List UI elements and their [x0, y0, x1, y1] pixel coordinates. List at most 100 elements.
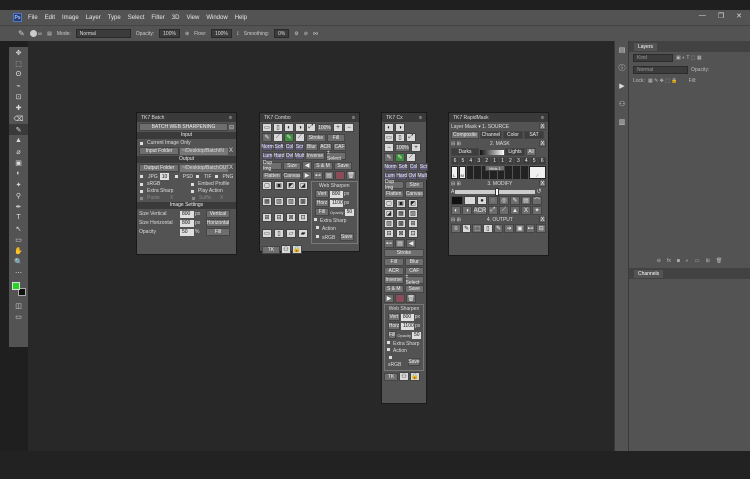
- smoothing-field[interactable]: 0%: [274, 29, 290, 38]
- zoom-tool-icon[interactable]: 🔍: [9, 256, 28, 267]
- mids-label[interactable]: Mids 1: [485, 165, 505, 171]
- move-tool-icon[interactable]: ✥: [9, 47, 28, 58]
- zone-light-2[interactable]: 2: [506, 157, 515, 165]
- mask-out-icon[interactable]: ▯: [483, 224, 493, 233]
- crop-tool-icon[interactable]: ⊡: [9, 91, 28, 102]
- stroke-button[interactable]: Stroke: [306, 133, 326, 142]
- path-select-tool-icon[interactable]: ↖: [9, 223, 28, 234]
- lock-icons[interactable]: ▦ ✎ ✥ ⬚ 🔒: [648, 78, 678, 84]
- reset-icon[interactable]: ↺: [536, 188, 541, 195]
- minus-out-icon[interactable]: ⊟: [536, 224, 547, 233]
- menu-lines-icon[interactable]: ≡: [451, 224, 461, 233]
- suffix-x-icon[interactable]: X: [220, 195, 223, 201]
- tif-checkbox[interactable]: [195, 174, 201, 179]
- new-doc-icon[interactable]: ▯: [395, 133, 405, 142]
- zoom-in-icon[interactable]: +: [333, 123, 343, 132]
- marquee-tool-icon[interactable]: ⬚: [9, 58, 28, 69]
- action-checkbox[interactable]: [315, 225, 320, 230]
- fill-button-batch[interactable]: Fill: [206, 228, 230, 236]
- tool-a-icon[interactable]: ⤢: [488, 206, 498, 215]
- source-x-icon[interactable]: X: [539, 123, 546, 130]
- menu-filter[interactable]: Filter: [151, 15, 164, 21]
- ovl-button[interactable]: Ovl: [407, 172, 417, 180]
- zone-light-6[interactable]: 6: [538, 157, 547, 165]
- horz-button[interactable]: Horz: [315, 199, 329, 207]
- layer-icon-2[interactable]: ▣: [396, 199, 406, 208]
- eyedropper-tool-icon[interactable]: ✚: [9, 102, 28, 113]
- save-out-icon[interactable]: ▣: [515, 224, 525, 233]
- menu-image[interactable]: Image: [62, 15, 79, 21]
- panel-menu-icon[interactable]: ≡: [419, 115, 422, 121]
- fx-icon[interactable]: fx: [667, 258, 671, 264]
- new-doc-icon[interactable]: ▯: [273, 123, 283, 132]
- fill-button-2[interactable]: Fill: [315, 208, 329, 216]
- restore-icon[interactable]: ❐: [718, 12, 724, 20]
- zone-light-1[interactable]: 1: [498, 157, 507, 165]
- modify-icons[interactable]: ⊟ ⊞: [451, 181, 461, 187]
- prev-icon[interactable]: ◀: [406, 239, 416, 248]
- col-button[interactable]: Col: [409, 163, 418, 171]
- dodge-tool-icon[interactable]: ⚲: [9, 190, 28, 201]
- layer-icon-12[interactable]: ⊡: [298, 213, 308, 222]
- output-icons[interactable]: ⊟ ⊞: [451, 217, 461, 223]
- paste-x-icon[interactable]: X: [170, 195, 190, 201]
- pencil-icon[interactable]: ⟋: [295, 133, 305, 142]
- all-tab[interactable]: All: [526, 148, 536, 156]
- lock-icon[interactable]: 🔒: [410, 372, 420, 381]
- save-button[interactable]: Save: [334, 161, 352, 170]
- trash-icon[interactable]: 🗑: [406, 294, 416, 303]
- key-l[interactable]: L: [451, 166, 458, 179]
- next-icon[interactable]: ▶: [384, 294, 394, 303]
- vert-button[interactable]: Vert: [388, 313, 400, 321]
- panel-menu-icon[interactable]: ≡: [541, 115, 544, 121]
- red-swatch-icon[interactable]: [335, 171, 345, 180]
- darks-tab[interactable]: Darks: [451, 148, 479, 156]
- layer-icon-16[interactable]: ▰: [298, 229, 308, 238]
- black-swatch-icon[interactable]: [451, 196, 463, 205]
- brush-mod-icon[interactable]: ✎: [510, 196, 520, 205]
- key-m[interactable]: M: [458, 166, 466, 179]
- lasso-tool-icon[interactable]: ʘ: [9, 69, 28, 80]
- white-swatch-icon[interactable]: [464, 196, 476, 205]
- filter-icons[interactable]: ▣ ◐ T ⬚ ▦: [676, 55, 702, 61]
- layer-icon-6[interactable]: ▧: [408, 209, 418, 218]
- acr-button[interactable]: ACR: [384, 267, 404, 275]
- input-path-field[interactable]: ~/Desktop/BatchIN: [180, 147, 228, 155]
- acr-icon[interactable]: ACR: [473, 206, 487, 215]
- size-vertical-field[interactable]: 800: [180, 210, 194, 218]
- mask-x-icon[interactable]: X: [538, 140, 546, 147]
- menu-edit[interactable]: Edit: [45, 15, 55, 21]
- more-tools-icon[interactable]: ⋯: [9, 267, 28, 278]
- link-icon[interactable]: ⊷: [313, 171, 323, 180]
- brush-icon[interactable]: ✎: [262, 133, 272, 142]
- brush-tool-icon[interactable]: ✎: [18, 29, 25, 38]
- fit-screen-icon[interactable]: ⤢: [306, 123, 316, 132]
- layer-icon-8[interactable]: ▩: [298, 197, 308, 206]
- layer-icon-3[interactable]: ◩: [408, 199, 418, 208]
- zone-dark-5[interactable]: 5: [458, 157, 467, 165]
- png-checkbox[interactable]: [213, 174, 219, 179]
- flow-field[interactable]: 100%: [211, 29, 232, 38]
- pen-out-icon[interactable]: ✎: [493, 224, 504, 233]
- layer-icon-10[interactable]: ⊟: [274, 213, 284, 222]
- menu-layer[interactable]: Layer: [86, 15, 101, 21]
- screen-mode-icon[interactable]: ▭: [9, 311, 28, 322]
- select-button[interactable]: ± Select: [404, 274, 424, 286]
- menu-select[interactable]: Select: [128, 15, 145, 21]
- input-folder-button[interactable]: Input Folder: [139, 147, 179, 155]
- panel-menu-icon[interactable]: ≡: [352, 115, 355, 121]
- output-x-icon[interactable]: X: [539, 216, 546, 223]
- mode-select[interactable]: Normal: [75, 29, 131, 38]
- levels-icon[interactable]: ▤: [521, 196, 531, 205]
- select-button[interactable]: ± Select: [326, 150, 346, 162]
- layer-icon-15[interactable]: ▱: [286, 229, 296, 238]
- stroke-button[interactable]: Stroke: [384, 249, 424, 257]
- brush-tool-icon[interactable]: ✎: [9, 124, 28, 135]
- horz-field[interactable]: 1100: [330, 199, 343, 207]
- layer-icon-3[interactable]: ◩: [286, 181, 296, 190]
- modify-slider[interactable]: [455, 187, 536, 196]
- contrast-icon[interactable]: ◐: [284, 123, 294, 132]
- current-image-checkbox[interactable]: [139, 140, 144, 146]
- minimize-icon[interactable]: —: [699, 12, 706, 20]
- zoom-out-icon[interactable]: −: [384, 143, 394, 152]
